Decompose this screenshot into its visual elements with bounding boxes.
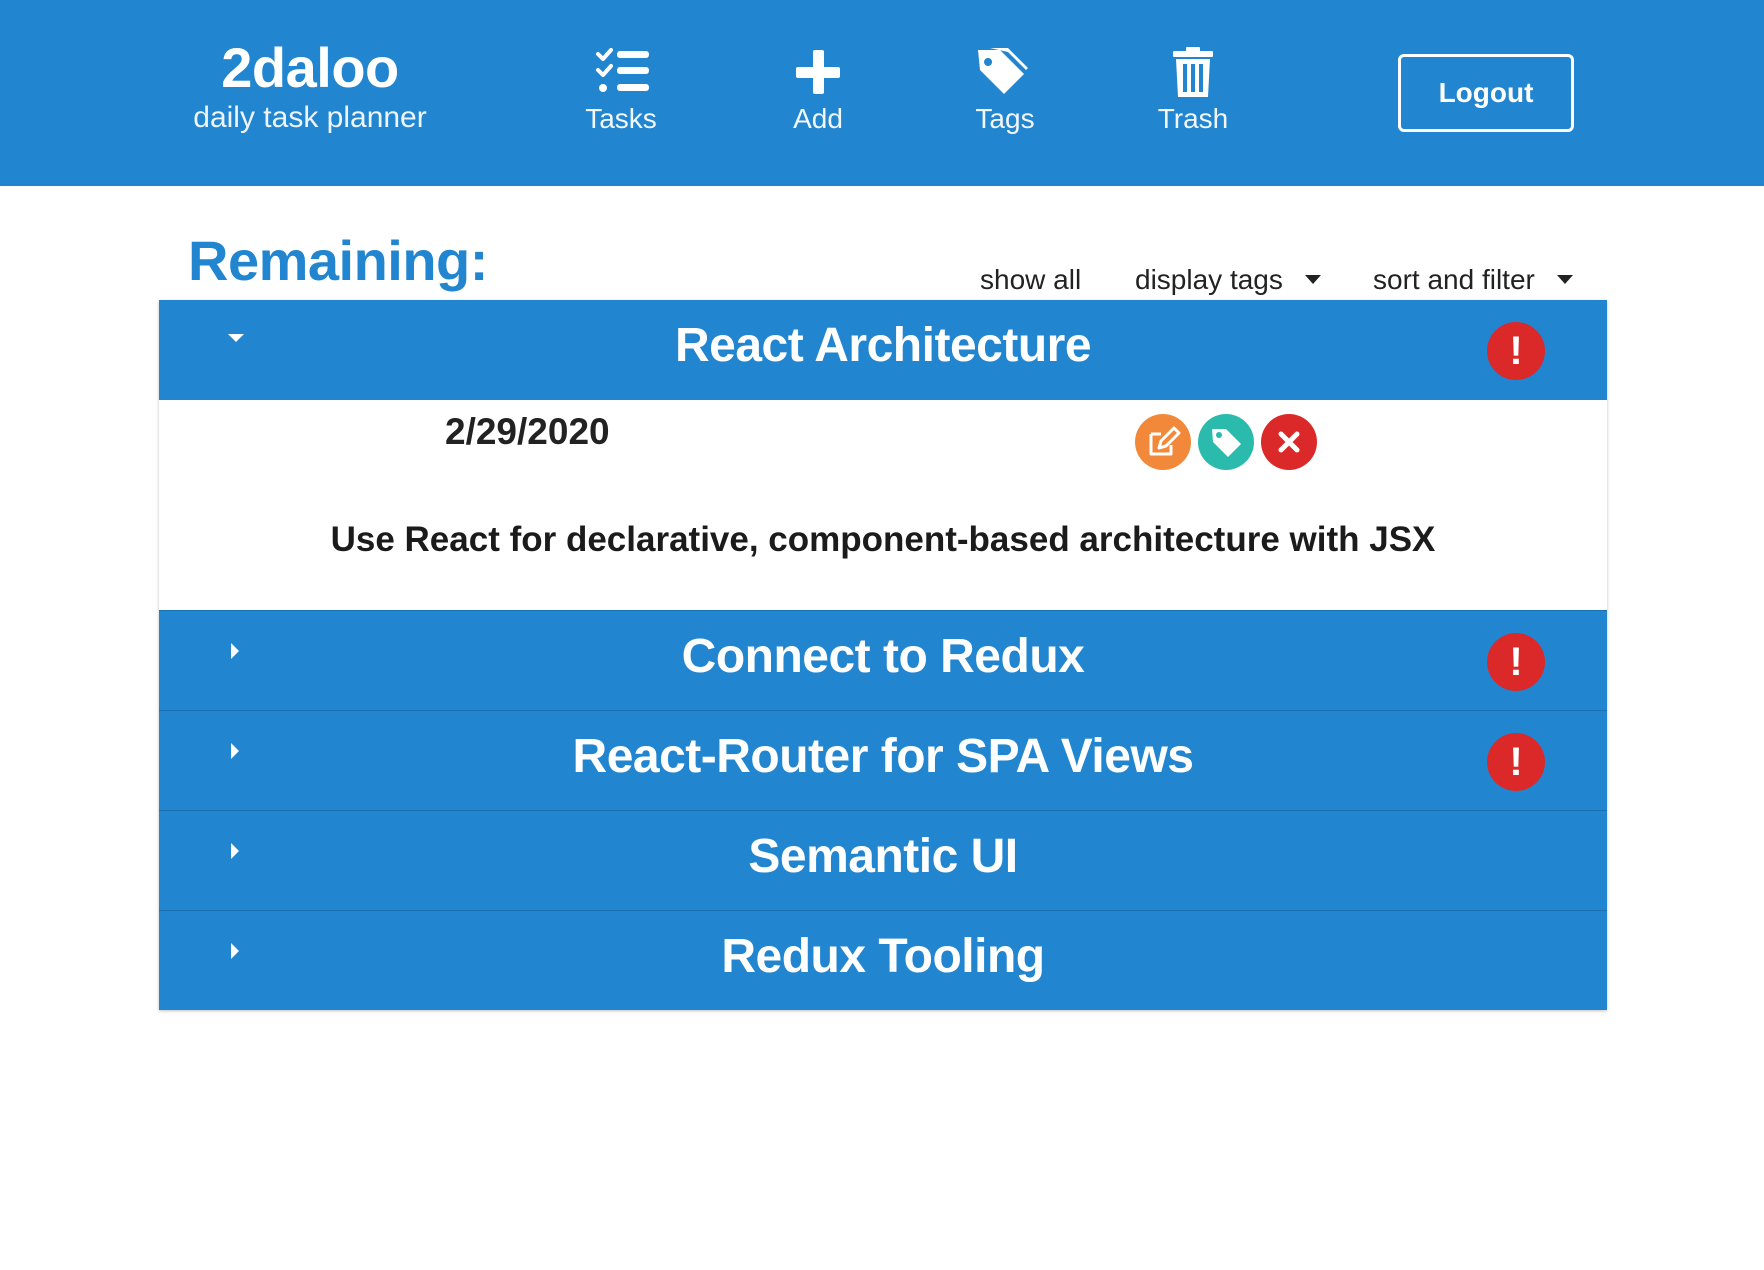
task-date: 2/29/2020 [445, 411, 610, 452]
caret-down-icon [1556, 275, 1573, 285]
task-title: React-Router for SPA Views [572, 730, 1194, 783]
trash-icon [1173, 47, 1213, 97]
brand[interactable]: 2daloo daily task planner [180, 36, 440, 136]
display-tags-label: display tags [1135, 264, 1283, 295]
sort-filter-label: sort and filter [1373, 264, 1535, 295]
nav-trash-label: Trash [1157, 103, 1229, 134]
task-title-row[interactable]: React-Router for SPA Views ! [159, 710, 1607, 810]
delete-task-button[interactable] [1261, 414, 1317, 470]
caret-down-icon [1304, 275, 1321, 285]
show-all-label: show all [980, 264, 1082, 295]
task-accordion: React Architecture ! 2/29/2020 Use React… [159, 300, 1607, 1010]
tags-icon [978, 48, 1028, 94]
nav-add[interactable]: Add [743, 44, 893, 136]
task-title: Connect to Redux [681, 630, 1085, 683]
task-title: Semantic UI [748, 830, 1018, 883]
edit-task-button[interactable] [1135, 414, 1191, 470]
top-nav-bar: 2daloo daily task planner Tasks Add Tags [0, 0, 1764, 186]
logout-button[interactable]: Logout [1398, 54, 1574, 132]
task-title: Redux Tooling [721, 930, 1045, 983]
task-title-row[interactable]: Connect to Redux ! [159, 610, 1607, 710]
task-title-row[interactable]: React Architecture ! [159, 300, 1607, 400]
nav-trash[interactable]: Trash [1118, 44, 1268, 136]
nav-add-label: Add [793, 103, 843, 134]
exclamation-icon: ! [1487, 322, 1545, 380]
nav-tasks[interactable]: Tasks [546, 44, 696, 136]
brand-subtitle: daily task planner [193, 101, 427, 134]
display-tags-dropdown[interactable]: display tags [1135, 262, 1321, 298]
tag-task-button[interactable] [1198, 414, 1254, 470]
exclamation-icon: ! [1487, 733, 1545, 791]
tag-icon [1212, 429, 1241, 457]
page-title: Remaining: [188, 229, 488, 292]
sort-filter-dropdown[interactable]: sort and filter [1373, 262, 1573, 298]
brand-title: 2daloo [221, 36, 399, 99]
task-title-row[interactable]: Redux Tooling [159, 910, 1607, 1010]
task-title: React Architecture [674, 319, 1092, 372]
nav-tags[interactable]: Tags [930, 44, 1080, 136]
task-description: Use React for declarative, component-bas… [330, 520, 1436, 559]
nav-tasks-label: Tasks [585, 103, 657, 134]
plus-icon [796, 50, 840, 94]
task-title-row[interactable]: Semantic UI [159, 810, 1607, 910]
tasks-icon [596, 48, 649, 92]
exclamation-icon: ! [1487, 633, 1545, 691]
edit-icon [1149, 426, 1181, 456]
show-all-link[interactable]: show all [980, 262, 1081, 298]
close-icon [1278, 431, 1300, 453]
task-details: 2/29/2020 Use React for declarative, com… [159, 400, 1607, 610]
nav-tags-label: Tags [975, 103, 1035, 134]
